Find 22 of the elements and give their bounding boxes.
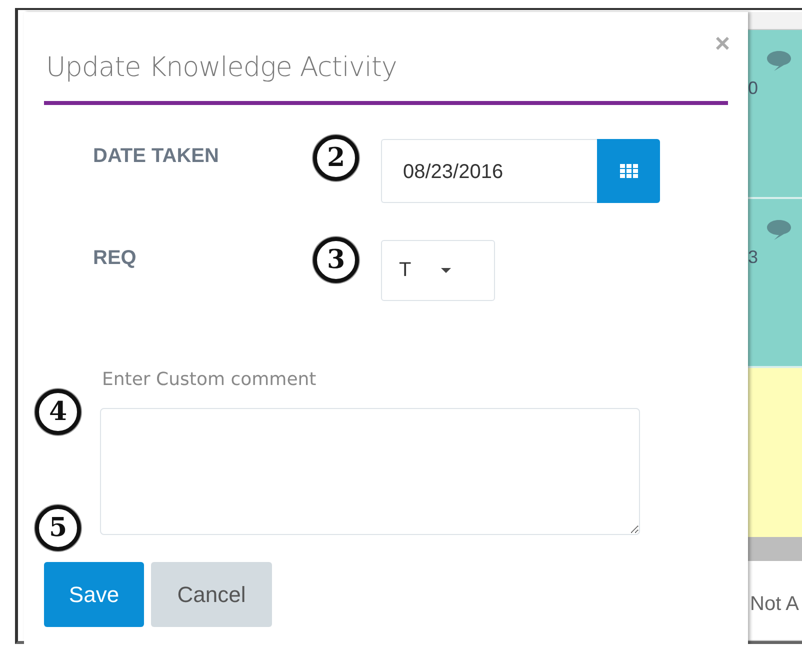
step-marker: 4 — [35, 389, 81, 435]
field-label: DATE TAKEN — [93, 145, 220, 168]
dialog-title: Update Knowledge Activity — [46, 52, 397, 83]
step-marker: 3 — [313, 237, 359, 283]
cell-text: 3 — [748, 247, 758, 268]
save-button[interactable]: Save — [44, 562, 144, 627]
table-cell — [748, 537, 802, 562]
field-label: REQ — [93, 247, 138, 270]
step-marker: 5 — [35, 505, 81, 551]
table-cell — [748, 12, 802, 30]
comment-field[interactable] — [100, 408, 640, 535]
cell-text: 0 — [748, 78, 758, 99]
cell-text: Not A — [750, 593, 799, 616]
select-field[interactable]: T — [381, 240, 495, 301]
calendar-icon — [620, 164, 638, 178]
step-marker: 2 — [313, 135, 359, 181]
comment-icon — [766, 50, 792, 72]
caret-icon — [441, 268, 452, 273]
cancel-button[interactable]: Cancel — [151, 562, 272, 627]
comment-label: Enter Custom comment — [101, 369, 318, 392]
comment-icon — [766, 219, 792, 242]
calendar-button[interactable] — [597, 139, 660, 203]
